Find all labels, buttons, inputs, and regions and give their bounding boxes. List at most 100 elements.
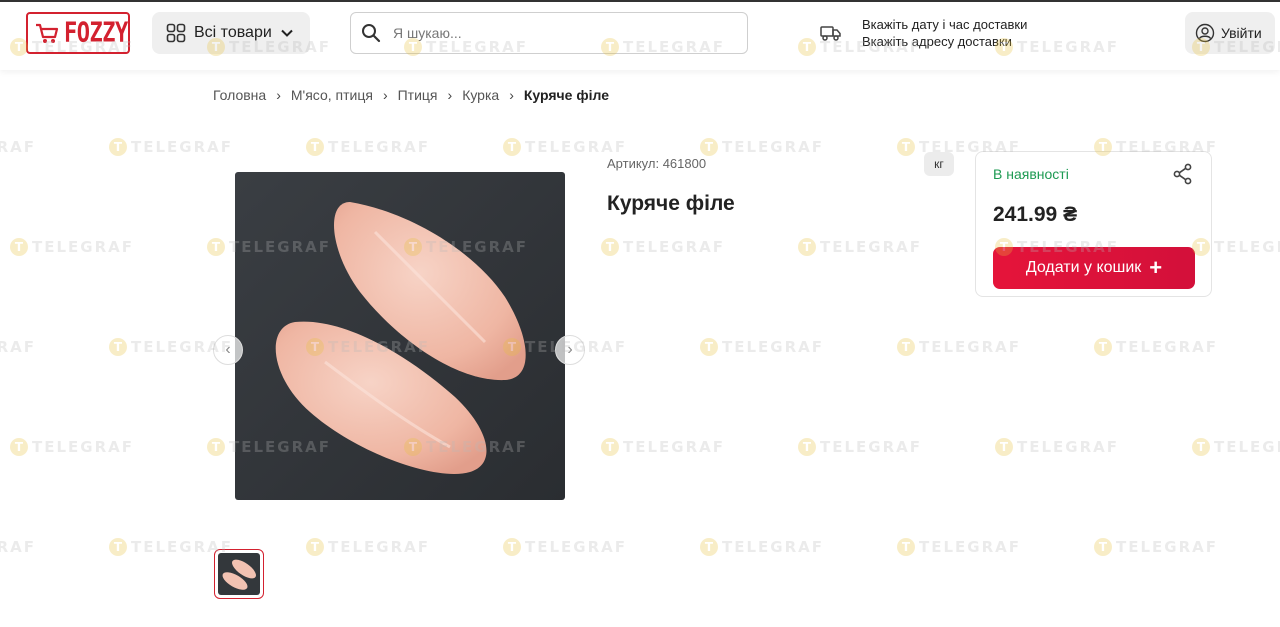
user-icon: [1195, 23, 1215, 43]
watermark-logo-icon: T: [1192, 438, 1210, 456]
search-icon[interactable]: [361, 23, 381, 43]
watermark-logo-icon: T: [897, 538, 915, 556]
search-input[interactable]: [391, 24, 715, 42]
thumbnail-image: [218, 553, 260, 595]
watermark-logo-icon: T: [109, 538, 127, 556]
watermark: TTELEGRAF: [0, 338, 36, 356]
delivery-address-text[interactable]: Вкажіть адресу доставки: [862, 33, 1027, 50]
breadcrumb-current: Куряче філе: [523, 87, 609, 103]
add-to-cart-button[interactable]: Додати у кошик +: [993, 247, 1195, 289]
watermark-text: TELEGRAF: [1214, 438, 1280, 456]
search-bar: [350, 12, 748, 54]
watermark-logo-icon: T: [109, 138, 127, 156]
watermark: TTELEGRAF: [897, 338, 1021, 356]
watermark-logo-icon: T: [10, 238, 28, 256]
breadcrumb: Головна › М'ясо, птиця › Птиця › Курка ›…: [213, 87, 609, 103]
watermark-text: TELEGRAF: [32, 438, 135, 456]
watermark-text: TELEGRAF: [1116, 538, 1219, 556]
delivery-selector[interactable]: Вкажіть дату і час доставки Вкажіть адре…: [820, 16, 1027, 50]
product-sku: Артикул: 461800: [607, 156, 707, 171]
chevron-down-icon: [281, 29, 293, 37]
watermark-text: TELEGRAF: [0, 138, 37, 156]
chevron-right-icon: ›: [447, 87, 453, 103]
delivery-text: Вкажіть дату і час доставки Вкажіть адре…: [862, 16, 1027, 50]
watermark-layer: T TELEGRAF T TELEGRAF T TELEGRAF T TELEGRAF T TEL…: [0, 0, 1280, 627]
watermark-text: TELEGRAF: [919, 538, 1022, 556]
plus-icon: +: [1149, 255, 1163, 280]
watermark: TTELEGRAF: [10, 238, 134, 256]
watermark-logo-icon: T: [995, 438, 1013, 456]
product-price: 241.99 ₴: [993, 203, 1078, 226]
login-button[interactable]: Увійти: [1185, 12, 1275, 54]
watermark: TTELEGRAF: [601, 438, 725, 456]
product-title: Куряче філе: [607, 192, 735, 215]
watermark-text: TELEGRAF: [1017, 438, 1120, 456]
breadcrumb-poultry[interactable]: Птиця: [398, 87, 438, 103]
watermark: TTELEGRAF: [1192, 438, 1280, 456]
grid-icon: [166, 23, 186, 43]
watermark-text: TELEGRAF: [623, 238, 726, 256]
watermark-text: TELEGRAF: [1214, 238, 1280, 256]
cart-logo-icon: [36, 23, 59, 43]
all-products-button[interactable]: Всі товари: [152, 12, 310, 54]
watermark-logo-icon: T: [897, 338, 915, 356]
stock-status: В наявності: [993, 166, 1069, 182]
watermark-text: TELEGRAF: [32, 238, 135, 256]
watermark-logo-icon: T: [798, 238, 816, 256]
watermark: TTELEGRAF: [700, 538, 824, 556]
chevron-left-icon: ‹: [225, 341, 231, 358]
watermark-text: TELEGRAF: [0, 538, 37, 556]
gallery-next-button[interactable]: ›: [555, 335, 585, 365]
breadcrumb-chicken[interactable]: Курка: [462, 87, 499, 103]
watermark-logo-icon: T: [10, 438, 28, 456]
watermark-logo-icon: T: [1094, 538, 1112, 556]
chevron-right-icon: ›: [382, 87, 388, 103]
watermark: TTELEGRAF: [601, 238, 725, 256]
watermark: TTELEGRAF: [10, 438, 134, 456]
watermark-text: TELEGRAF: [820, 238, 923, 256]
watermark: TTELEGRAF: [1094, 338, 1218, 356]
login-label: Увійти: [1221, 25, 1262, 41]
all-products-label: Всі товари: [194, 24, 272, 41]
chevron-right-icon: ›: [509, 87, 514, 103]
logo-text: FOZZY: [64, 17, 128, 49]
gallery-thumbnail[interactable]: [214, 549, 264, 599]
share-icon[interactable]: [1173, 163, 1193, 185]
truck-icon: [820, 26, 841, 41]
watermark-logo-icon: T: [700, 538, 718, 556]
watermark-logo-icon: T: [700, 138, 718, 156]
watermark-text: TELEGRAF: [820, 438, 923, 456]
watermark-logo-icon: T: [601, 438, 619, 456]
product-gallery: ‹ ›: [213, 150, 585, 560]
watermark: TTELEGRAF: [1094, 538, 1218, 556]
watermark-logo-icon: T: [1094, 338, 1112, 356]
breadcrumb-meat-poultry[interactable]: М'ясо, птиця: [291, 87, 373, 103]
watermark-logo-icon: T: [897, 138, 915, 156]
watermark: TTELEGRAF: [700, 138, 824, 156]
chevron-right-icon: ›: [276, 87, 281, 103]
watermark: TTELEGRAF: [897, 538, 1021, 556]
gallery-prev-button[interactable]: ‹: [213, 335, 243, 365]
watermark-logo-icon: T: [798, 438, 816, 456]
breadcrumb-home[interactable]: Головна: [213, 87, 266, 103]
watermark-logo-icon: T: [601, 238, 619, 256]
watermark-logo-icon: T: [700, 338, 718, 356]
watermark-text: TELEGRAF: [722, 538, 825, 556]
chevron-right-icon: ›: [567, 341, 573, 358]
watermark-text: TELEGRAF: [1116, 338, 1219, 356]
watermark: TTELEGRAF: [0, 138, 36, 156]
product-image: [235, 172, 565, 500]
unit-badge: кг: [924, 152, 954, 176]
add-to-cart-label: Додати у кошик: [1025, 259, 1142, 276]
watermark-text: TELEGRAF: [919, 338, 1022, 356]
watermark-text: TELEGRAF: [722, 338, 825, 356]
watermark-text: TELEGRAF: [722, 138, 825, 156]
buy-card: В наявності 241.99 ₴ Додати у кошик +: [975, 151, 1212, 297]
watermark: TTELEGRAF: [995, 438, 1119, 456]
watermark-logo-icon: T: [109, 338, 127, 356]
watermark: TTELEGRAF: [798, 238, 922, 256]
site-header: FOZZY Всі товари Вкажіть дату і час дост…: [0, 2, 1280, 70]
delivery-date-text[interactable]: Вкажіть дату і час доставки: [862, 16, 1027, 33]
fozzy-logo[interactable]: FOZZY: [26, 12, 130, 54]
watermark-text: TELEGRAF: [623, 438, 726, 456]
